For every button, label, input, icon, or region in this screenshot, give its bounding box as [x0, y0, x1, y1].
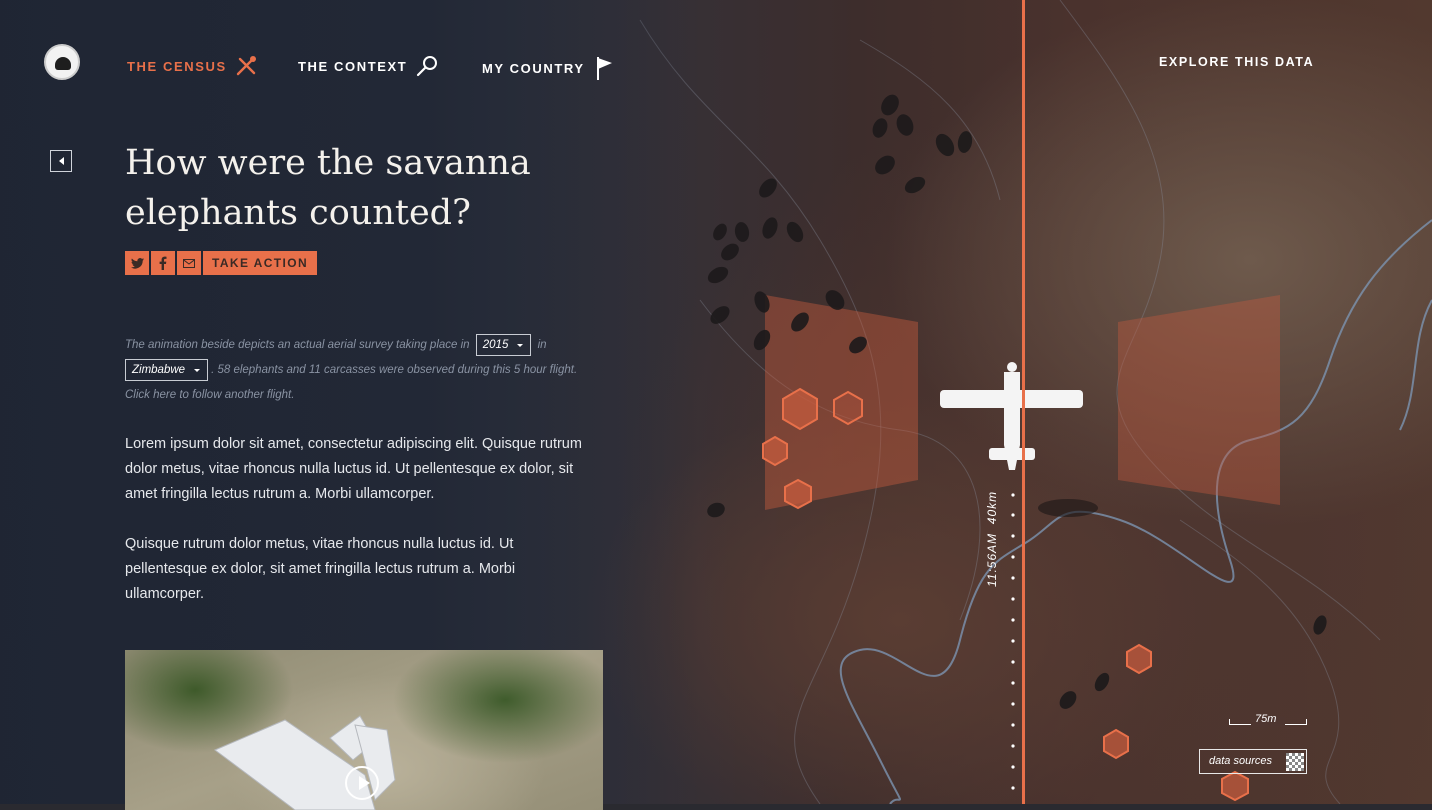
another-flight-link[interactable]: Click here to follow another flight. [125, 389, 294, 401]
share-bar: TAKE ACTION [125, 251, 318, 275]
nav-label: THE CONTEXT [298, 58, 408, 74]
elephant-marker [1059, 691, 1077, 709]
elephant-marker [1094, 672, 1110, 692]
nav-my-country[interactable]: MY COUNTRY [482, 55, 615, 81]
flag-icon [596, 57, 612, 80]
email-share-button[interactable] [177, 251, 201, 275]
magnifier-icon [417, 56, 438, 77]
carcass-marker [762, 435, 788, 467]
carcass-marker [1103, 728, 1129, 760]
elephant-marker [875, 155, 895, 175]
survey-strip-right [1118, 295, 1280, 505]
scale-label: 75m [1255, 713, 1277, 725]
explore-data-link[interactable]: EXPLORE THIS DATA [1159, 55, 1314, 69]
nav-label: MY COUNTRY [482, 60, 585, 76]
elephant-seal-icon [55, 57, 71, 70]
facebook-icon [159, 256, 167, 270]
elephant-marker [762, 217, 778, 239]
year-value: 2015 [482, 338, 509, 351]
play-icon [359, 776, 370, 790]
nav-the-census[interactable]: THE CENSUS [127, 55, 257, 77]
data-sources-label: data sources [1209, 755, 1272, 767]
elephant-marker [707, 266, 729, 284]
carcass-marker [784, 478, 812, 510]
intro-text: . 58 elephants and 11 carcasses were obs… [211, 364, 578, 376]
site-logo[interactable] [44, 44, 80, 80]
take-action-button[interactable]: TAKE ACTION [203, 251, 318, 275]
crossed-tools-icon [236, 56, 256, 76]
body-paragraph: Quisque rutrum dolor metus, vitae rhoncu… [125, 536, 516, 602]
survey-intro: The animation beside depicts an actual a… [125, 333, 605, 408]
map-scale: 75m [1229, 713, 1307, 727]
play-button[interactable] [345, 766, 379, 800]
intro-text: The animation beside depicts an actual a… [125, 339, 470, 351]
video-thumbnail[interactable] [125, 650, 603, 810]
elephant-marker [1313, 615, 1327, 635]
elephant-marker [786, 221, 804, 243]
carcass-marker [1126, 643, 1152, 675]
elephant-marker [710, 306, 730, 324]
year-select[interactable]: 2015 [475, 333, 532, 356]
elephant-marker [707, 502, 725, 518]
twitter-share-button[interactable] [125, 251, 149, 275]
elephant-marker [935, 133, 955, 157]
email-icon [183, 258, 195, 268]
country-select[interactable]: Zimbabwe [125, 358, 209, 381]
flight-path-line [1022, 0, 1025, 804]
flight-time-label: 11:56AM 40km [985, 491, 999, 587]
elephant-marker [713, 223, 727, 241]
survey-plane-icon [940, 362, 1083, 470]
intro-text: in [537, 339, 547, 351]
body-paragraph: Lorem ipsum dolor sit amet, consectetur … [125, 436, 582, 502]
elephant-marker [872, 118, 888, 138]
page-title: How were the savanna elephants counted? [125, 143, 531, 233]
country-value: Zimbabwe [132, 363, 186, 376]
twitter-icon [130, 257, 144, 269]
nav-label: THE CENSUS [127, 58, 227, 74]
qr-code-icon [1286, 753, 1304, 771]
elephant-marker [881, 94, 899, 116]
arrow-left-icon [58, 157, 64, 165]
elephant-marker [896, 114, 914, 136]
back-button[interactable] [50, 150, 72, 172]
facebook-share-button[interactable] [151, 251, 175, 275]
elephant-marker [721, 243, 739, 261]
elephant-marker [904, 176, 926, 194]
elephant-marker [734, 222, 750, 242]
carcass-marker [833, 390, 863, 426]
flight-distance: 40km [985, 490, 999, 525]
carcass-marker [1221, 770, 1249, 802]
nav-the-context[interactable]: THE CONTEXT [298, 55, 439, 77]
carcass-marker [782, 387, 818, 431]
flight-time: 11:56AM [985, 532, 999, 587]
data-sources-button[interactable]: data sources [1199, 749, 1307, 774]
